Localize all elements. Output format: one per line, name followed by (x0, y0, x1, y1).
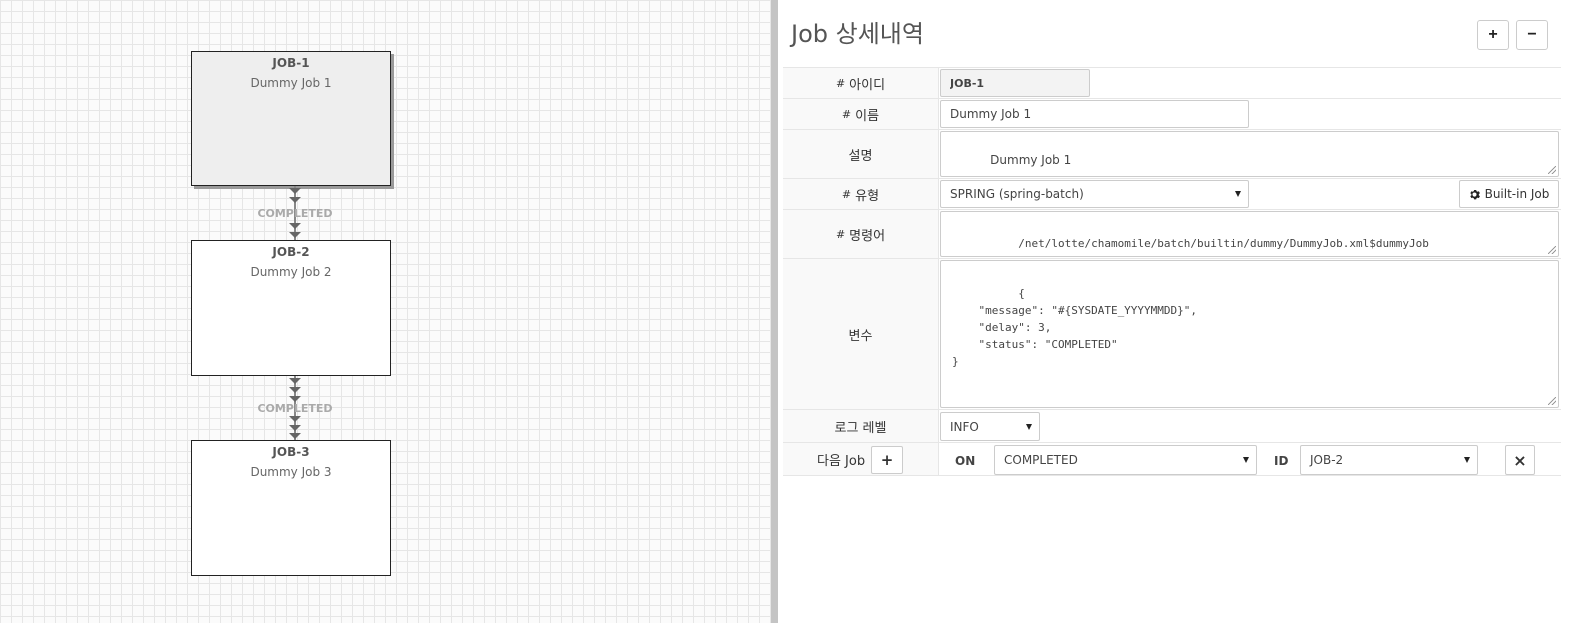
job-connector-2[interactable]: COMPLETED (257, 376, 333, 440)
plus-icon: + (880, 451, 894, 469)
arrow-down-icon (289, 416, 301, 422)
job-node-id: JOB-2 (272, 245, 310, 259)
job-node-2[interactable]: JOB-2 Dummy Job 2 (191, 240, 391, 376)
page-title: Job 상세내역 (791, 20, 924, 48)
id-label: ID (1274, 454, 1289, 468)
field-label-text: 유형 (855, 188, 880, 204)
connector-label: COMPLETED (257, 402, 333, 415)
row-name: # 이름 (783, 99, 1561, 130)
expand-button[interactable]: + (1477, 20, 1509, 50)
field-label: 변수 (783, 259, 939, 409)
row-variables: 변수 { "message": "#{SYSDATE_YYYYMMDD}", "… (783, 259, 1561, 410)
arrow-down-icon (289, 188, 301, 194)
caret-down-icon (1243, 457, 1249, 463)
required-mark: # (835, 76, 846, 90)
field-label-text: 이름 (855, 108, 880, 124)
connector-label: COMPLETED (257, 207, 333, 220)
workflow-canvas[interactable]: JOB-1 Dummy Job 1 COMPLETED JOB-2 Dummy … (0, 0, 771, 623)
row-description: 설명 Dummy Job 1 (783, 130, 1561, 179)
row-command: # 명령어 /net/lotte/chamomile/batch/builtin… (783, 210, 1561, 259)
job-node-name: Dummy Job 2 (250, 265, 332, 279)
job-connector-1[interactable]: COMPLETED (257, 186, 333, 241)
arrow-down-icon (289, 232, 301, 238)
field-label-text: 설명 (848, 148, 873, 164)
resize-handle-icon[interactable] (1548, 246, 1556, 254)
gear-icon (1469, 189, 1480, 200)
next-job-id-select[interactable]: JOB-2 (1300, 445, 1478, 475)
select-value: INFO (950, 419, 979, 434)
on-label: ON (955, 454, 976, 468)
required-mark: # (841, 187, 852, 201)
job-node-id: JOB-3 (272, 445, 310, 459)
select-value: JOB-2 (1310, 453, 1344, 467)
job-detail-form: # 아이디 # 이름 설명 Dummy Job 1 (783, 67, 1561, 476)
job-name-input[interactable] (940, 100, 1249, 128)
select-value: SPRING (spring-batch) (950, 187, 1084, 201)
field-label: # 이름 (783, 99, 939, 129)
resize-handle-icon[interactable] (1548, 166, 1556, 174)
row-type: # 유형 SPRING (spring-batch) Built-in Job (783, 179, 1561, 210)
select-value: COMPLETED (1004, 453, 1078, 467)
arrow-down-icon (289, 223, 301, 229)
job-variables-textarea[interactable]: { "message": "#{SYSDATE_YYYYMMDD}", "del… (940, 260, 1559, 408)
job-id-input[interactable] (940, 69, 1090, 97)
arrow-down-icon (289, 425, 301, 431)
panel-splitter[interactable] (771, 0, 778, 623)
field-label: # 유형 (783, 179, 939, 209)
arrow-down-icon (289, 387, 301, 393)
job-node-1[interactable]: JOB-1 Dummy Job 1 (191, 51, 391, 186)
field-label-text: 아이디 (849, 77, 886, 93)
log-level-select[interactable]: INFO (940, 412, 1040, 441)
row-log-level: 로그 레벨 INFO (783, 410, 1561, 443)
job-detail-panel: Job 상세내역 + − # 아이디 # 이름 (778, 0, 1570, 623)
collapse-button[interactable]: − (1516, 20, 1548, 50)
field-label: 로그 레벨 (783, 410, 939, 442)
field-label: # 아이디 (783, 68, 939, 98)
arrow-down-icon (289, 433, 301, 439)
remove-next-job-button[interactable]: × (1505, 445, 1535, 475)
app-root: JOB-1 Dummy Job 1 COMPLETED JOB-2 Dummy … (0, 0, 1570, 623)
job-description-textarea[interactable]: Dummy Job 1 (940, 131, 1559, 177)
textarea-value: Dummy Job 1 (990, 153, 1072, 167)
builtin-job-button[interactable]: Built-in Job (1459, 180, 1559, 208)
job-command-textarea[interactable]: /net/lotte/chamomile/batch/builtin/dummy… (940, 211, 1559, 257)
field-label: 다음 Job (783, 443, 939, 475)
required-mark: # (835, 227, 846, 241)
job-node-3[interactable]: JOB-3 Dummy Job 3 (191, 440, 391, 576)
arrow-down-icon (289, 197, 301, 203)
field-label-text: 명령어 (849, 228, 886, 244)
add-next-job-button[interactable]: + (871, 446, 903, 474)
row-next-job: 다음 Job + ON COMPLETED ID JOB-2 × (783, 443, 1561, 476)
field-label-text: 로그 레벨 (834, 420, 887, 436)
field-label-text: 변수 (848, 328, 873, 344)
row-id: # 아이디 (783, 68, 1561, 99)
field-label: 설명 (783, 130, 939, 178)
arrow-down-icon (289, 378, 301, 384)
job-node-name: Dummy Job 1 (250, 76, 332, 90)
field-label: # 명령어 (783, 210, 939, 258)
caret-down-icon (1026, 423, 1032, 430)
next-job-condition-select[interactable]: COMPLETED (994, 445, 1257, 475)
caret-down-icon (1235, 191, 1241, 197)
job-node-name: Dummy Job 3 (250, 465, 332, 479)
textarea-value: { "message": "#{SYSDATE_YYYYMMDD}", "del… (952, 287, 1198, 368)
field-label-text: 다음 Job (817, 453, 866, 469)
caret-down-icon (1464, 457, 1470, 463)
required-mark: # (841, 107, 852, 121)
resize-handle-icon[interactable] (1548, 397, 1556, 405)
job-type-select[interactable]: SPRING (spring-batch) (940, 180, 1249, 208)
textarea-value: /net/lotte/chamomile/batch/builtin/dummy… (1018, 237, 1429, 250)
close-icon: × (1513, 450, 1527, 470)
job-node-id: JOB-1 (272, 56, 310, 70)
builtin-job-label: Built-in Job (1484, 187, 1550, 201)
